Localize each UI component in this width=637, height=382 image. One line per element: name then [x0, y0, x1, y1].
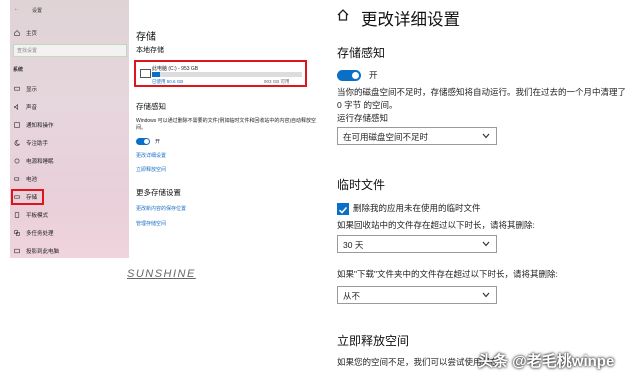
chevron-down-icon	[482, 133, 490, 139]
power-icon	[14, 158, 20, 164]
nav-label: 声音	[26, 105, 38, 111]
local-storage-label: 本地存储	[136, 47, 164, 54]
home-icon	[14, 30, 20, 36]
nav-label: 平板模式	[26, 213, 49, 219]
storage-panel: 存储 本地存储 此电脑 (C:) - 953 GB 已使用 50.6 GB 90…	[129, 0, 320, 258]
page-title: 更改详细设置	[361, 11, 460, 29]
watermark: 头条 @老毛桃winpe	[478, 353, 615, 370]
storage-sense-desc: 当你的磁盘空间不足时，存储感知将自动运行。我们在过去的一个月中清理了 0 字节 …	[337, 87, 627, 110]
sunshine-caption: SUNSHINE	[127, 268, 196, 280]
speaker-icon	[14, 104, 20, 110]
nav-label: 通知和操作	[26, 123, 54, 129]
toggle-label: 开	[369, 70, 378, 80]
recycle-bin-label: 如果回收站中的文件存在超过以下时长，请将其删除:	[337, 220, 535, 230]
dropdown-value: 30 天	[343, 240, 364, 250]
nav-label: 电源和睡眠	[26, 159, 54, 165]
free-now-heading: 立即释放空间	[337, 334, 410, 348]
nav-notifications[interactable]: 通知和操作	[12, 118, 127, 132]
nav-home-label: 主页	[26, 31, 38, 37]
nav-sound[interactable]: 声音	[12, 100, 127, 114]
manage-storage-link[interactable]: 管理存储空间	[136, 220, 166, 227]
storage-sense-desc: Windows 可以通过删除不需要的文件(例如临时文件和回收站中的内容)自动释放…	[136, 118, 317, 131]
checkmark-icon	[338, 206, 348, 214]
free-now-desc: 如果您的空间不足，我们可以尝试使用现在	[337, 357, 499, 367]
back-arrow-icon[interactable]: ←	[14, 6, 19, 12]
multitask-icon	[14, 230, 20, 236]
project-icon	[14, 248, 20, 254]
storage-title: 存储	[136, 32, 156, 43]
recycle-bin-dropdown[interactable]: 30 天	[337, 235, 497, 253]
nav-label: 专注助手	[26, 141, 49, 147]
run-storage-sense-label: 运行存储感知	[337, 113, 389, 123]
change-save-location-link[interactable]: 更改新内容的保存位置	[136, 205, 186, 212]
search-placeholder: 查找设置	[17, 48, 38, 54]
free-space-link[interactable]: 立即释放空间	[136, 166, 166, 173]
nav-tablet-mode[interactable]: 平板模式	[12, 208, 127, 222]
storage-sense-toggle[interactable]	[337, 70, 361, 81]
change-settings-link[interactable]: 更改详细设置	[136, 152, 166, 159]
dropdown-value: 在可用磁盘空间不足时	[343, 132, 429, 142]
delete-temp-files-checkbox[interactable]	[337, 203, 349, 215]
nav-label: 显示	[26, 87, 38, 93]
drive-highlight-box[interactable]: 此电脑 (C:) - 953 GB 已使用 50.6 GB 903 GB 可用	[134, 60, 307, 87]
run-storage-sense-dropdown[interactable]: 在可用磁盘空间不足时	[337, 127, 497, 145]
nav-label: 多任务处理	[26, 231, 54, 237]
temp-files-heading: 临时文件	[337, 178, 386, 192]
drive-name: 此电脑 (C:) - 953 GB	[152, 66, 199, 72]
notification-icon	[14, 122, 20, 128]
toggle-label: 开	[155, 139, 161, 145]
display-icon	[14, 86, 20, 92]
nav-home[interactable]: 主页	[12, 26, 127, 40]
toggle-knob	[352, 72, 359, 79]
chevron-down-icon	[482, 241, 490, 247]
nav-project[interactable]: 投影到此电脑	[12, 244, 127, 258]
battery-icon	[14, 176, 20, 182]
search-input[interactable]: 查找设置	[13, 44, 127, 57]
window-title: 设置	[32, 8, 43, 14]
dropdown-value: 从不	[343, 291, 361, 301]
drive-icon	[140, 69, 151, 78]
delete-temp-files-label: 删除我的应用未在使用的临时文件	[353, 203, 481, 213]
drive-free: 903 GB 可用	[264, 79, 290, 84]
chevron-down-icon	[482, 292, 490, 298]
nav-power[interactable]: 电源和睡眠	[12, 154, 127, 168]
downloads-dropdown[interactable]: 从不	[337, 286, 497, 304]
nav-focus-assist[interactable]: 专注助手	[12, 136, 127, 150]
drive-usage-fill	[152, 72, 160, 77]
moon-icon	[14, 140, 20, 146]
home-icon[interactable]	[336, 8, 350, 22]
downloads-label: 如果"下载"文件夹中的文件存在超过以下时长，请将其删除:	[337, 269, 558, 279]
drive-usage-bar	[152, 72, 302, 77]
nav-display[interactable]: 显示	[12, 82, 127, 96]
more-storage-heading: 更多存储设置	[136, 188, 181, 197]
storage-sense-heading: 存储感知	[337, 46, 386, 60]
storage-sense-toggle[interactable]	[136, 138, 150, 145]
section-label: 系统	[13, 67, 24, 73]
toggle-knob	[144, 139, 149, 144]
nav-multitasking[interactable]: 多任务处理	[12, 226, 127, 240]
nav-label: 电池	[26, 177, 38, 183]
storage-highlight-box	[11, 189, 44, 205]
tablet-icon	[14, 212, 20, 218]
settings-sidebar: ← 设置 主页 查找设置 系统 显示 声音 通知和操作 专注助手 电源和睡眠 电…	[10, 0, 129, 258]
drive-used: 已使用 50.6 GB	[152, 79, 184, 84]
nav-battery[interactable]: 电池	[12, 172, 127, 186]
nav-label: 投影到此电脑	[26, 249, 60, 255]
storage-sense-heading: 存储感知	[136, 102, 166, 111]
